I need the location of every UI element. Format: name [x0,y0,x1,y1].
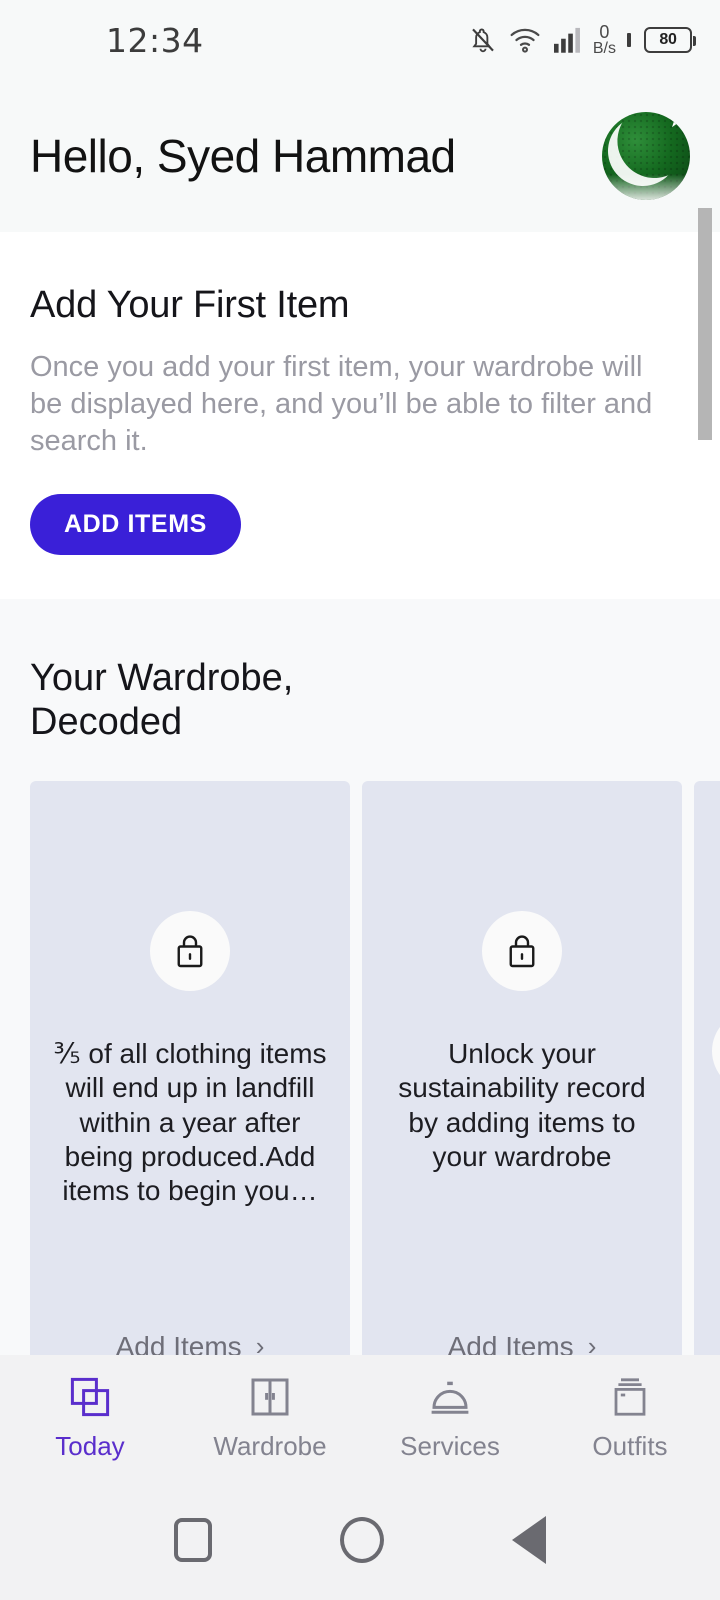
overlapping-squares-icon [70,1377,110,1417]
network-speed-value: 0 [599,22,610,42]
add-first-item-title: Add Your First Item [30,284,350,326]
network-speed-unit: B/s [592,40,616,57]
wardrobe-closet-icon [251,1378,289,1416]
lock-icon [177,935,203,967]
insight-card-partial[interactable] [694,780,720,1391]
avatar-highlight [602,174,690,200]
add-first-item-description: Once you add your first item, your wardr… [30,351,653,458]
status-bar-clock: 12:34 [106,20,204,60]
tab-outfits-label: Outfits [592,1431,668,1461]
home-button-icon[interactable] [340,1517,384,1563]
greeting-title: Hello, Syed Hammad [30,130,456,182]
tab-services[interactable]: Services [360,1373,540,1462]
status-bar-icons: 0 B/s 80 [468,23,696,57]
tab-services-label: Services [400,1431,500,1461]
insight-card-text: ⅗ of all clothing items will end up in l… [53,1037,327,1207]
lock-icon [509,935,535,967]
tab-wardrobe[interactable]: Wardrobe [180,1373,360,1462]
insight-card-text: Unlock your sustainability record by add… [398,1037,646,1173]
insight-card[interactable]: Unlock your sustainability record by add… [362,780,682,1391]
add-first-item-section: Add Your First Item Once you add your fi… [0,232,720,600]
recents-button-icon[interactable] [174,1518,212,1562]
phone-screen: 12:34 0 B/s 80 Hello, Syed Hammad Add Yo… [0,0,720,1600]
back-button-icon[interactable] [512,1516,546,1564]
tab-wardrobe-label: Wardrobe [213,1431,327,1461]
stacked-cards-icon [614,1378,646,1416]
service-bell-icon [431,1381,469,1414]
android-navigation-bar [0,1480,720,1600]
lock-icon-wrapper [150,910,230,991]
cellular-signal-icon [553,27,580,53]
lock-icon-wrapper [712,1010,720,1091]
status-bar: 12:34 0 B/s 80 [0,0,720,80]
wifi-icon [510,28,540,53]
wardrobe-decoded-title: Your Wardrobe, Decoded [30,657,294,744]
avatar[interactable] [602,112,690,200]
battery-icon: 80 [644,27,696,53]
add-items-button[interactable]: ADD ITEMS [30,494,241,556]
network-speed-indicator: 0 B/s [593,23,616,57]
tab-outfits[interactable]: Outfits [540,1373,720,1462]
bell-muted-icon [472,28,494,53]
vertical-scrollbar[interactable] [698,208,712,440]
lock-icon-wrapper [482,910,562,991]
wardrobe-decoded-section: Your Wardrobe, Decoded ⅗ of all clothing… [0,599,720,1391]
battery-charging-tick [627,33,631,47]
battery-level: 80 [659,31,677,48]
insight-carousel[interactable]: ⅗ of all clothing items will end up in l… [0,780,720,1391]
tab-today[interactable]: Today [0,1373,180,1462]
tab-today-label: Today [55,1431,125,1461]
insight-card[interactable]: ⅗ of all clothing items will end up in l… [30,780,350,1391]
app-header: Hello, Syed Hammad [0,80,720,232]
bottom-tab-bar: Today Wardrobe Services Outfits [0,1355,720,1480]
